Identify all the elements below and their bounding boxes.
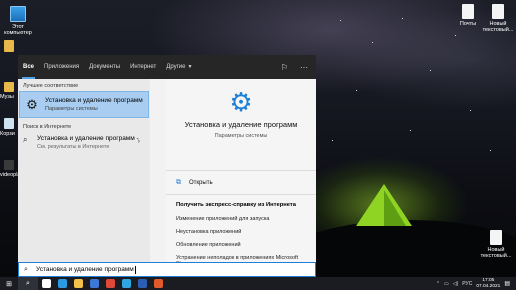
tab-more[interactable]: Другие ▼ [161,55,197,79]
video-file-icon [4,160,14,170]
web-search-heading: Поиск в Интернете [23,124,72,130]
help-link[interactable]: Устранение неполадок в приложениях Micro… [166,251,316,262]
file-icon [490,230,502,245]
desktop-icon-label: Корзи [0,131,15,137]
gear-icon: ⚙ [229,87,253,117]
chrome-icon [105,279,115,288]
taskbar: ⊞ ⌕ ⌃ ▭ ◁) РУС 17:05 07.04.2021 ▤ [0,277,516,290]
tab-all[interactable]: Все [18,55,39,79]
help-heading: Получить экспресс-справку из Интернета [176,202,296,208]
store-taskbar-button[interactable] [86,277,102,290]
detail-subtitle: Параметры системы [214,133,268,139]
network-icon[interactable]: ▭ [444,281,449,287]
computer-icon [10,6,26,22]
text-caret [134,265,136,274]
file-icon [462,4,474,19]
chrome-taskbar-button[interactable] [102,277,118,290]
search-tabs-bar: Все Приложения Документы Интернет Другие… [18,55,316,79]
word-icon [137,279,147,288]
volume-icon[interactable]: ◁) [453,281,459,287]
folder-icon [4,40,14,52]
web-search-result[interactable]: ⌕ Установка и удаление программ - См. ре… [18,132,150,153]
file-icon [492,4,504,19]
help-link[interactable]: Неустановка приложений [166,225,316,238]
feedback-icon[interactable]: ⚐ [281,63,288,72]
wallpaper-tent-shade [384,190,406,226]
search-panel: Все Приложения Документы Интернет Другие… [18,55,316,262]
desktop-icon-this-pc[interactable]: Этот компьютер [0,6,36,36]
app-icon [153,279,163,288]
telegram-taskbar-button[interactable] [118,277,134,290]
result-subtitle: Параметры системы [45,106,98,112]
tab-web[interactable]: Интернет [125,55,161,79]
desktop-icon-new-text-1[interactable]: Новый текстовый... [480,4,516,33]
desktop-icon-label: Музы [0,94,14,100]
chevron-down-icon: ▼ [187,64,193,70]
result-title: Установка и удаление программ [45,97,143,104]
start-button[interactable]: ⊞ [0,277,18,290]
gear-icon: ⚙ [26,96,38,112]
result-subtitle: См. результаты в Интернете [37,144,110,150]
telegram-icon [121,279,131,288]
word-taskbar-button[interactable] [134,277,150,290]
desktop-icon-folder-peek[interactable] [0,40,18,52]
desktop-icon-label: Этот компьютер [4,24,32,36]
search-icon: ⌕ [23,135,28,144]
desktop-icon-label: Новый текстовый... [482,21,514,33]
system-tray: ⌃ ▭ ◁) РУС 17:05 07.04.2021 ▤ [436,277,516,290]
chevron-right-icon[interactable]: › [138,138,140,145]
open-icon: ⧉ [176,178,181,186]
tab-apps[interactable]: Приложения [39,55,84,79]
more-icon[interactable]: ··· [300,63,308,72]
app-taskbar-button[interactable] [150,277,166,290]
desktop-icon-label: Новый текстовый... [480,247,512,259]
notification-icon[interactable]: ▤ [504,280,510,287]
search-icon: ⌕ [24,265,28,273]
open-action[interactable]: ⧉ Открыть [166,171,316,195]
help-link[interactable]: Обновление приложений [166,238,316,251]
search-input-value: Установка и удаление программ [36,266,134,273]
explorer-taskbar-button[interactable] [70,277,86,290]
folder-icon [4,82,14,92]
best-match-heading: Лучшее соответствие [23,83,79,89]
taskbar-apps [38,277,166,290]
desktop-icon-video-peek[interactable]: videopla [0,160,18,178]
desktop-icon-new-text-2[interactable]: Новый текстовый... [478,230,514,259]
edge-taskbar-button[interactable] [54,277,70,290]
store-icon [89,279,99,288]
task-view-taskbar-button[interactable] [38,277,54,290]
edge-icon [57,279,67,288]
taskbar-search-button[interactable]: ⌕ [18,277,38,290]
recycle-bin-icon [4,118,14,129]
detail-title: Установка и удаление программ [184,120,298,129]
clock[interactable]: 17:05 07.04.2021 [476,278,500,289]
desktop-icon-recycle-peek[interactable]: Корзи [0,118,18,137]
best-match-result[interactable]: ⚙ Установка и удаление программ Параметр… [19,91,149,118]
results-list: Лучшее соответствие ⚙ Установка и удален… [18,79,150,262]
clock-date: 07.04.2021 [476,283,501,289]
explorer-icon [73,279,83,288]
search-icon: ⌕ [26,279,30,287]
result-detail-pane: ⚙ Установка и удаление программ Параметр… [166,79,316,262]
result-title: Установка и удаление программ - [37,135,139,142]
help-link[interactable]: Изменение приложений для запуска [166,212,316,225]
search-input[interactable]: ⌕ Установка и удаление программ [18,262,316,277]
chevron-up-icon[interactable]: ⌃ [436,281,440,287]
open-label: Открыть [189,179,213,186]
language-indicator[interactable]: РУС [462,281,472,287]
desktop-icon-music-peek[interactable]: Музы [0,82,18,100]
tab-documents[interactable]: Документы [84,55,125,79]
task-view-icon [41,279,51,288]
desktop-icon-label: videopla [0,172,18,178]
